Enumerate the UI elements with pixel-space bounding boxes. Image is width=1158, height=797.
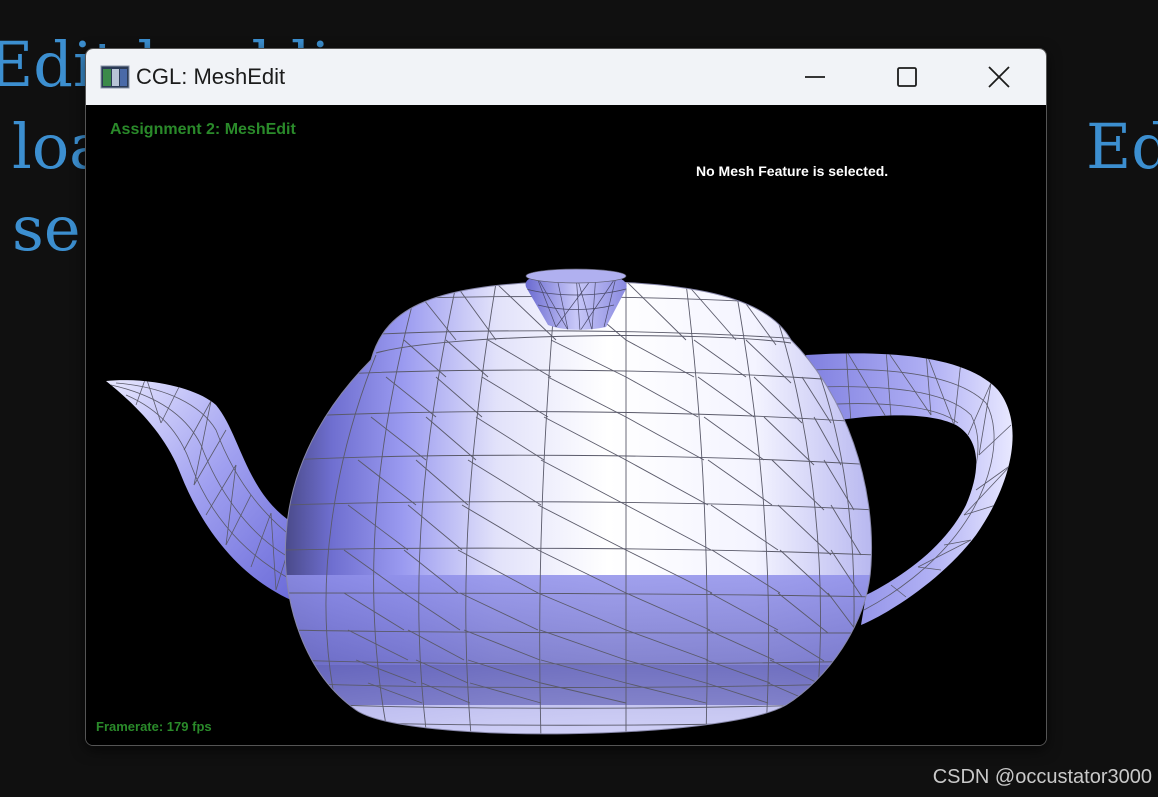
title-bar[interactable]: CGL: MeshEdit	[86, 49, 1046, 105]
app-window[interactable]: CGL: MeshEdit Assignment 2: MeshEdit No …	[85, 48, 1047, 746]
maximize-button[interactable]	[872, 49, 942, 105]
minimize-button[interactable]	[780, 49, 850, 105]
desktop-background: Edit load li loa Ed se CGL: MeshEdit	[0, 0, 1158, 797]
maximize-icon	[897, 67, 917, 87]
window-title: CGL: MeshEdit	[136, 64, 286, 89]
watermark: CSDN @occustator3000	[932, 766, 1152, 788]
close-icon	[988, 66, 1010, 88]
teapot-spout	[106, 380, 296, 600]
3d-viewport[interactable]: Assignment 2: MeshEdit No Mesh Feature i…	[86, 105, 1046, 745]
app-window-icon	[100, 65, 130, 89]
minimize-icon	[805, 76, 825, 78]
background-document-text: se	[12, 192, 81, 265]
close-button[interactable]	[964, 49, 1034, 105]
teapot-mesh[interactable]	[86, 105, 1046, 745]
selection-status: No Mesh Feature is selected.	[696, 163, 889, 179]
framerate-readout: Framerate: 179 fps	[96, 719, 212, 734]
assignment-title: Assignment 2: MeshEdit	[110, 121, 296, 138]
teapot-body	[284, 280, 873, 735]
background-document-text: Ed	[1086, 110, 1158, 183]
